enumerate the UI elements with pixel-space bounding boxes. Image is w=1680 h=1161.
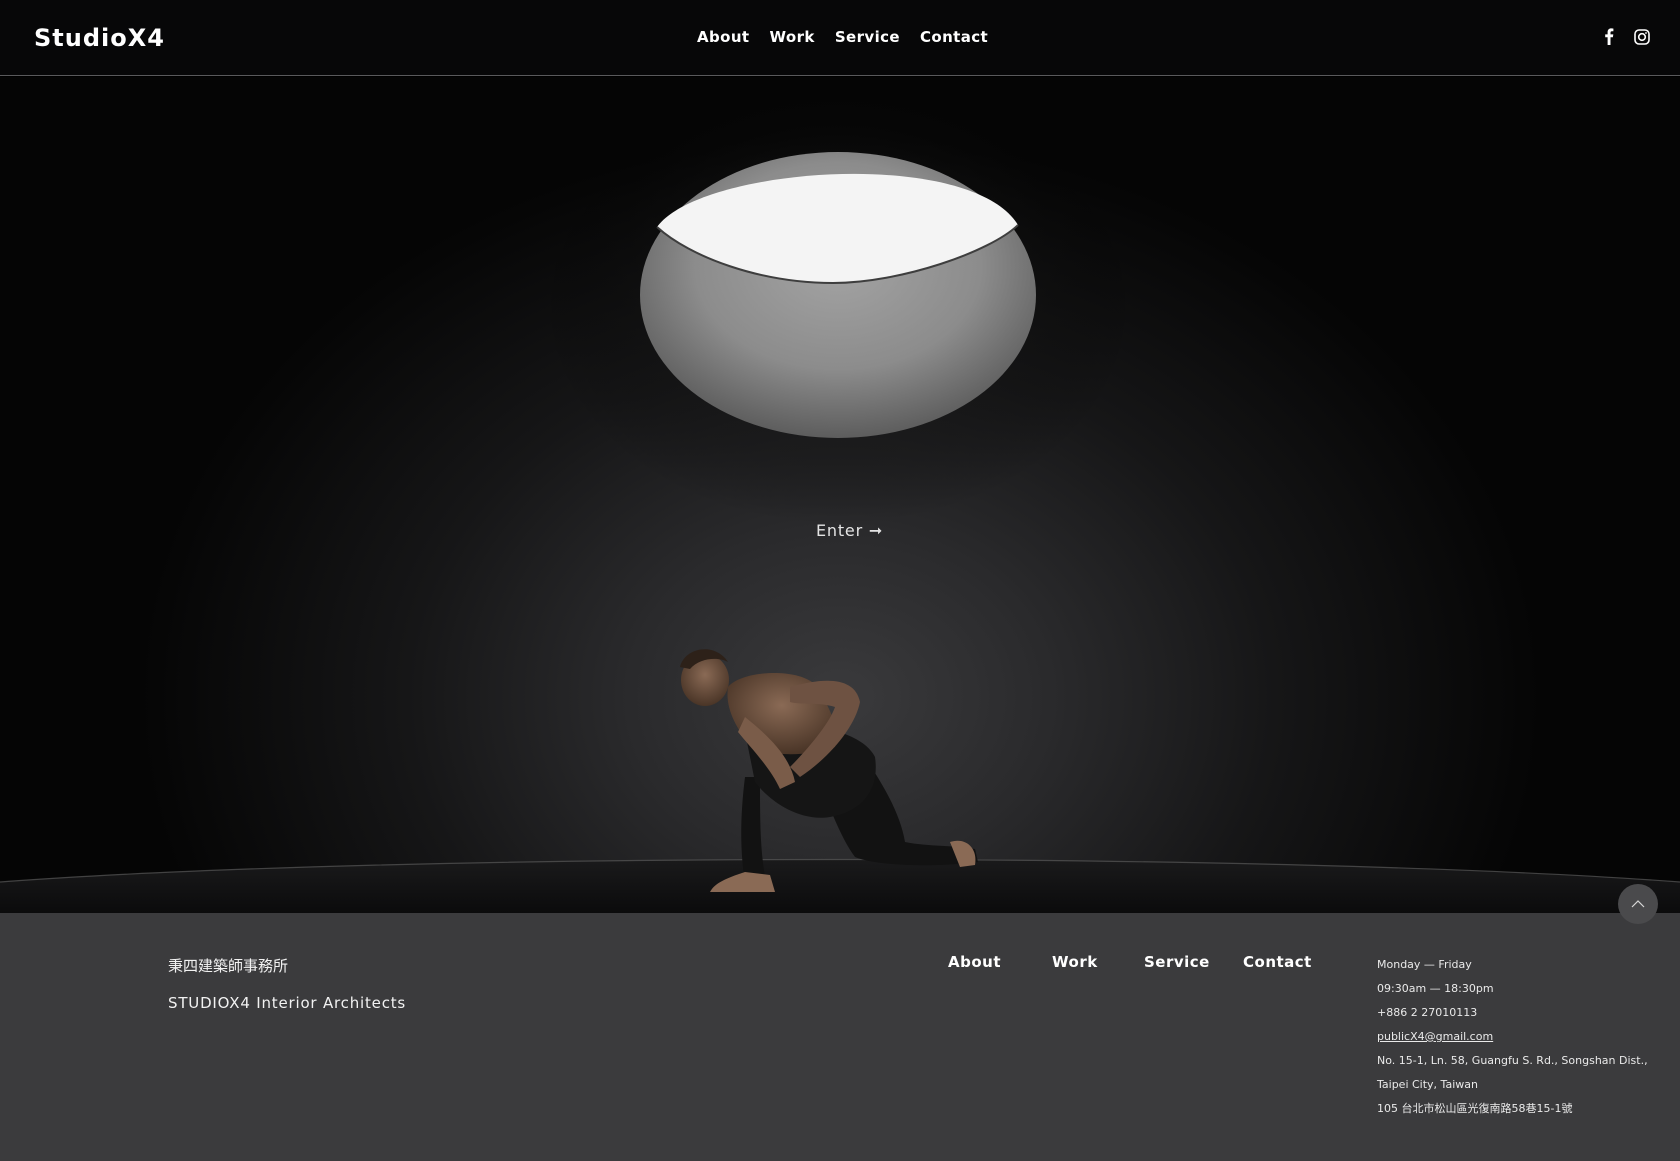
dancer-figure [680,649,978,892]
main-nav: About Work Service Contact [697,28,988,46]
page: StudioX4 About Work Service Contact Ente… [0,0,1680,1161]
hero-section: Enter ➞ [0,77,1680,913]
nav-link-about[interactable]: About [697,28,750,46]
business-hours: 09:30am — 18:30pm [1377,982,1494,995]
enter-link[interactable]: Enter ➞ [816,521,883,540]
facebook-icon[interactable] [1604,28,1614,50]
footer-link-service[interactable]: Service [1144,953,1210,971]
site-footer: 秉四建築師事務所 STUDIOX4 Interior Architects Ab… [0,913,1680,1161]
instagram-icon[interactable] [1634,28,1650,50]
nav-link-service[interactable]: Service [835,28,900,46]
chevron-up-icon [1631,900,1645,908]
company-name-chinese: 秉四建築師事務所 [168,957,289,975]
hero-image [0,77,1680,913]
footer-link-contact[interactable]: Contact [1243,953,1312,971]
scroll-to-top-button[interactable] [1618,884,1658,924]
nav-link-contact[interactable]: Contact [920,28,988,46]
business-days: Monday — Friday [1377,958,1472,971]
address-line-1: No. 15-1, Ln. 58, Guangfu S. Rd., Songsh… [1377,1054,1648,1067]
footer-link-about[interactable]: About [948,953,1001,971]
company-name-english: STUDIOX4 Interior Architects [168,994,407,1012]
email-link[interactable]: publicX4@gmail.com [1377,1030,1667,1054]
nav-link-work[interactable]: Work [770,28,815,46]
site-logo[interactable]: StudioX4 [34,24,165,52]
site-header: StudioX4 About Work Service Contact [0,0,1680,76]
phone-number: +886 2 27010113 [1377,1006,1478,1019]
social-links [1604,28,1650,50]
contact-info: Monday — Friday 09:30am — 18:30pm +886 2… [1377,958,1667,1126]
footer-link-work[interactable]: Work [1052,953,1098,971]
address-chinese: 105 台北市松山區光復南路58巷15-1號 [1377,1102,1573,1115]
address-line-2: Taipei City, Taiwan [1377,1078,1478,1091]
